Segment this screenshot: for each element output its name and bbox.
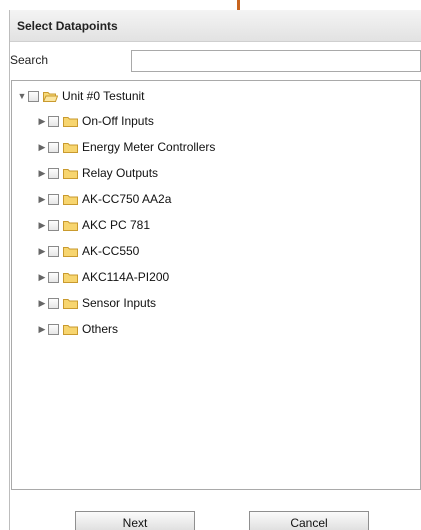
tree-item-label: Energy Meter Controllers	[82, 140, 216, 154]
triangle-right-icon[interactable]: ▶	[37, 294, 47, 312]
tree-item-others[interactable]: ▶ Others	[37, 320, 118, 338]
triangle-right-icon[interactable]: ▶	[37, 268, 47, 286]
tree-item-on-off-inputs[interactable]: ▶ On-Off Inputs	[37, 112, 154, 130]
tree-item-akc-pc-781[interactable]: ▶ AKC PC 781	[37, 216, 151, 234]
tree-item-relay-outputs[interactable]: ▶ Relay Outputs	[37, 164, 159, 182]
tree-item-checkbox[interactable]	[48, 271, 59, 283]
folder-open-icon	[43, 91, 58, 102]
folder-icon	[63, 194, 78, 205]
triangle-right-icon[interactable]: ▶	[37, 216, 47, 234]
triangle-right-icon[interactable]: ▶	[37, 112, 47, 130]
tree-item-sensor-inputs[interactable]: ▶ Sensor Inputs	[37, 294, 157, 312]
tree-item-checkbox[interactable]	[48, 115, 59, 127]
folder-icon	[63, 116, 78, 127]
folder-icon	[63, 324, 78, 335]
tree-item-label: Relay Outputs	[82, 166, 159, 180]
folder-icon	[63, 298, 78, 309]
dialog-titlebar[interactable]: Select Datapoints	[10, 10, 421, 42]
cancel-button[interactable]: Cancel	[249, 511, 369, 530]
tree-item-energy-meter-controllers[interactable]: ▶ Energy Meter Controllers	[37, 138, 216, 156]
tree-item-checkbox[interactable]	[48, 141, 59, 153]
folder-icon	[63, 272, 78, 283]
datapoint-tree[interactable]: ▼ Unit #0 Testunit ▶ On-Off Inputs ▶ Ene…	[11, 80, 421, 490]
tree-root-checkbox[interactable]	[28, 90, 39, 102]
tree-item-label: On-Off Inputs	[82, 114, 154, 128]
tree-item-checkbox[interactable]	[48, 167, 59, 179]
tree-item-label: AK-CC550	[82, 244, 140, 258]
tree-item-checkbox[interactable]	[48, 323, 59, 335]
tree-item-label: Sensor Inputs	[82, 296, 157, 310]
next-button[interactable]: Next	[75, 511, 195, 530]
triangle-right-icon[interactable]: ▶	[37, 164, 47, 182]
tree-item-label: AK-CC750 AA2a	[82, 192, 172, 206]
tree-item-label: AKC PC 781	[82, 218, 151, 232]
tree-root-label: Unit #0 Testunit	[62, 89, 145, 103]
triangle-right-icon[interactable]: ▶	[37, 190, 47, 208]
search-input[interactable]	[131, 50, 421, 72]
tree-item-checkbox[interactable]	[48, 297, 59, 309]
tree-item-akc114a-pi200[interactable]: ▶ AKC114A-PI200	[37, 268, 170, 286]
triangle-right-icon[interactable]: ▶	[37, 138, 47, 156]
tree-item-label: Others	[82, 322, 119, 336]
triangle-right-icon[interactable]: ▶	[37, 320, 47, 338]
folder-icon	[63, 220, 78, 231]
folder-icon	[63, 246, 78, 257]
tree-item-checkbox[interactable]	[48, 219, 59, 231]
triangle-down-icon[interactable]: ▼	[17, 87, 27, 105]
tree-item-checkbox[interactable]	[48, 245, 59, 257]
tree-item-ak-cc750-aa2a[interactable]: ▶ AK-CC750 AA2a	[37, 190, 172, 208]
search-label: Search	[10, 53, 49, 67]
folder-icon	[63, 142, 78, 153]
tree-item-checkbox[interactable]	[48, 193, 59, 205]
tree-root-unit[interactable]: ▼ Unit #0 Testunit	[17, 87, 145, 105]
select-datapoints-dialog: Select Datapoints Search ▼ Unit #0 Testu…	[9, 10, 421, 530]
triangle-right-icon[interactable]: ▶	[37, 242, 47, 260]
dialog-title: Select Datapoints	[17, 19, 118, 33]
tree-item-label: AKC114A-PI200	[82, 270, 170, 284]
folder-icon	[63, 168, 78, 179]
tree-item-ak-cc550[interactable]: ▶ AK-CC550	[37, 242, 140, 260]
page: Select Datapoints Search ▼ Unit #0 Testu…	[0, 0, 421, 530]
